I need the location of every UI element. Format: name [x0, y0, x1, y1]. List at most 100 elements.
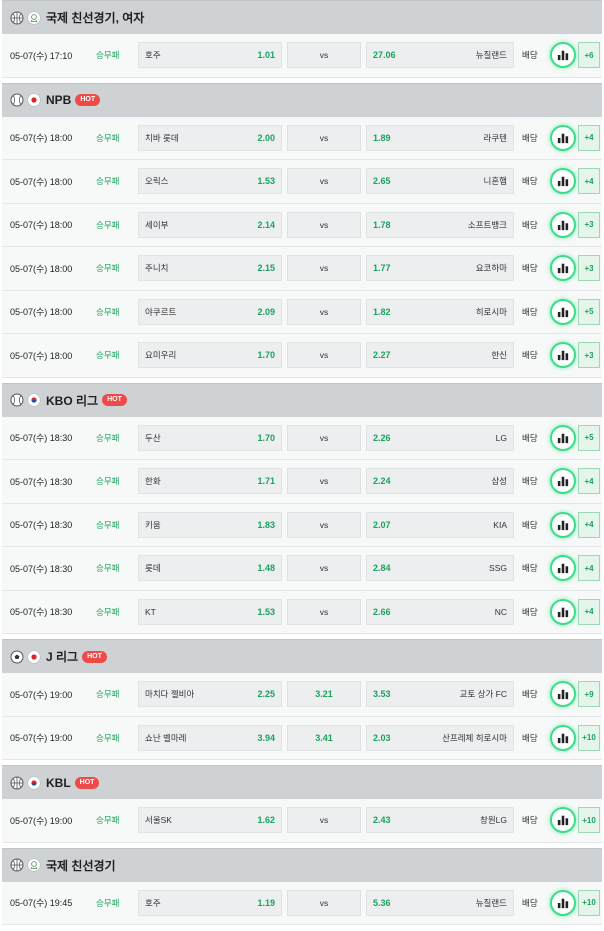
more-markets-button[interactable]: +9 [578, 681, 600, 708]
away-odds-button[interactable]: 2.07 KIA [366, 511, 514, 538]
more-markets-button[interactable]: +4 [578, 555, 600, 582]
home-odds: 1.83 [257, 519, 275, 530]
more-markets-button[interactable]: +4 [578, 468, 600, 495]
stats-chart-button[interactable] [550, 424, 576, 451]
away-odds-button[interactable]: 5.36 뉴질랜드 [366, 889, 514, 916]
home-team-name: 야쿠르트 [145, 306, 177, 317]
hot-badge: HOT [102, 394, 127, 406]
japan-flag-icon [27, 93, 41, 107]
away-team-name: 니혼햄 [483, 176, 507, 187]
away-odds: 2.24 [373, 476, 391, 487]
draw-odds: 3.21 [315, 689, 333, 700]
stats-chart-button[interactable] [550, 124, 576, 151]
more-markets-button[interactable]: +10 [578, 807, 600, 834]
home-odds-button[interactable]: 오릭스 1.53 [138, 168, 282, 195]
more-markets-button[interactable]: +4 [578, 168, 600, 195]
home-odds-button[interactable]: 마치다 젤비아 2.25 [138, 681, 282, 708]
market-type: 승무패 [96, 815, 120, 826]
away-odds-button[interactable]: 2.65 니혼햄 [366, 168, 514, 195]
stats-chart-button[interactable] [550, 807, 576, 834]
home-odds-button[interactable]: 호주 1.01 [138, 42, 282, 69]
home-odds: 1.71 [257, 476, 275, 487]
more-markets-button[interactable]: +4 [578, 598, 600, 625]
stats-chart-button[interactable] [550, 468, 576, 495]
home-odds-button[interactable]: 두산 1.70 [138, 424, 282, 451]
away-odds-button[interactable]: 2.43 창원LG [366, 807, 514, 834]
more-markets-button[interactable]: +6 [578, 42, 600, 69]
more-markets-button[interactable]: +4 [578, 511, 600, 538]
away-odds: 2.65 [373, 176, 391, 187]
stats-chart-button[interactable] [550, 255, 576, 282]
away-odds: 5.36 [373, 897, 391, 908]
away-odds-button[interactable]: 2.24 삼성 [366, 468, 514, 495]
away-odds-button[interactable]: 1.89 라쿠텐 [366, 124, 514, 151]
away-odds-button[interactable]: 1.82 히로시마 [366, 298, 514, 325]
stats-chart-button[interactable] [550, 598, 576, 625]
stats-chart-button[interactable] [550, 298, 576, 325]
away-odds-button[interactable]: 1.78 소프트뱅크 [366, 211, 514, 238]
league-name: NPB [46, 93, 72, 107]
home-odds-button[interactable]: 주니치 2.15 [138, 255, 282, 282]
stats-chart-button[interactable] [550, 681, 576, 708]
away-odds-button[interactable]: 2.66 NC [366, 598, 514, 625]
stats-chart-button[interactable] [550, 511, 576, 538]
more-markets-button[interactable]: +5 [578, 424, 600, 451]
home-odds-button[interactable]: 세이부 2.14 [138, 211, 282, 238]
more-markets-button[interactable]: +3 [578, 255, 600, 282]
home-odds-button[interactable]: 야쿠르트 2.09 [138, 298, 282, 325]
match-time: 05-07(수) 17:10 [10, 50, 73, 61]
match-row: 05-07(수) 18:00 승무패 야쿠르트 2.09 vs 1.82 히로시마 배당 +5 [2, 290, 602, 334]
away-odds-button[interactable]: 2.03 산프레체 히로시마 [366, 724, 514, 751]
draw-odds-button: vs [287, 168, 361, 195]
away-odds-button[interactable]: 2.84 SSG [366, 555, 514, 582]
more-markets-button[interactable]: +10 [578, 724, 600, 751]
league-header[interactable]: KBO 리그 HOT [2, 382, 602, 417]
basketball-icon [10, 11, 24, 24]
more-markets-button[interactable]: +5 [578, 298, 600, 325]
league-header[interactable]: KBL HOT [2, 765, 602, 799]
away-odds-button[interactable]: 2.27 한신 [366, 342, 514, 369]
home-odds-button[interactable]: 치바 롯데 2.00 [138, 124, 282, 151]
bar-chart-icon [557, 563, 569, 574]
stats-chart-button[interactable] [550, 42, 576, 69]
more-markets-button[interactable]: +3 [578, 211, 600, 238]
away-odds-button[interactable]: 2.26 LG [366, 424, 514, 451]
home-odds-button[interactable]: KT 1.53 [138, 598, 282, 625]
more-markets-button[interactable]: +3 [578, 342, 600, 369]
bar-chart-icon [557, 815, 569, 826]
away-odds-button[interactable]: 27.06 뉴질랜드 [366, 42, 514, 69]
stats-chart-button[interactable] [550, 889, 576, 916]
home-odds-button[interactable]: 호주 1.19 [138, 889, 282, 916]
match-row: 05-07(수) 18:00 승무패 세이부 2.14 vs 1.78 소프트뱅크 배당 +3 [2, 203, 602, 247]
league-header[interactable]: 국제 친선경기, 여자 [2, 0, 602, 34]
stats-chart-button[interactable] [550, 211, 576, 238]
home-odds-button[interactable]: 한화 1.71 [138, 468, 282, 495]
stats-chart-button[interactable] [550, 724, 576, 751]
home-odds-button[interactable]: 키움 1.83 [138, 511, 282, 538]
away-odds-button[interactable]: 3.53 교토 상가 FC [366, 681, 514, 708]
stats-chart-button[interactable] [550, 555, 576, 582]
home-team-name: 서울SK [145, 815, 172, 826]
league-header[interactable]: 국제 친선경기 [2, 847, 602, 882]
away-team-name: LG [495, 432, 507, 443]
more-markets-button[interactable]: +4 [578, 124, 600, 151]
away-team-name: 라쿠텐 [483, 132, 507, 143]
away-odds-button[interactable]: 1.77 요코하마 [366, 255, 514, 282]
home-odds: 1.19 [257, 897, 275, 908]
draw-odds: 3.41 [315, 732, 333, 743]
home-odds-button[interactable]: 쇼난 벨마레 3.94 [138, 724, 282, 751]
stats-chart-button[interactable] [550, 342, 576, 369]
stats-chart-button[interactable] [550, 168, 576, 195]
draw-odds-button[interactable]: 3.41 [287, 724, 361, 751]
more-markets-button[interactable]: +10 [578, 889, 600, 916]
match-time: 05-07(수) 18:30 [10, 433, 73, 444]
home-odds-button[interactable]: 요미우리 1.70 [138, 342, 282, 369]
league-header[interactable]: NPB HOT [2, 82, 602, 117]
vs-label: vs [319, 306, 329, 317]
home-odds: 2.15 [257, 263, 275, 274]
league-header[interactable]: J 리그 HOT [2, 639, 602, 673]
bet-label: 배당 [522, 563, 538, 574]
draw-odds-button[interactable]: 3.21 [287, 681, 361, 708]
home-odds-button[interactable]: 서울SK 1.62 [138, 807, 282, 834]
home-odds-button[interactable]: 롯데 1.48 [138, 555, 282, 582]
